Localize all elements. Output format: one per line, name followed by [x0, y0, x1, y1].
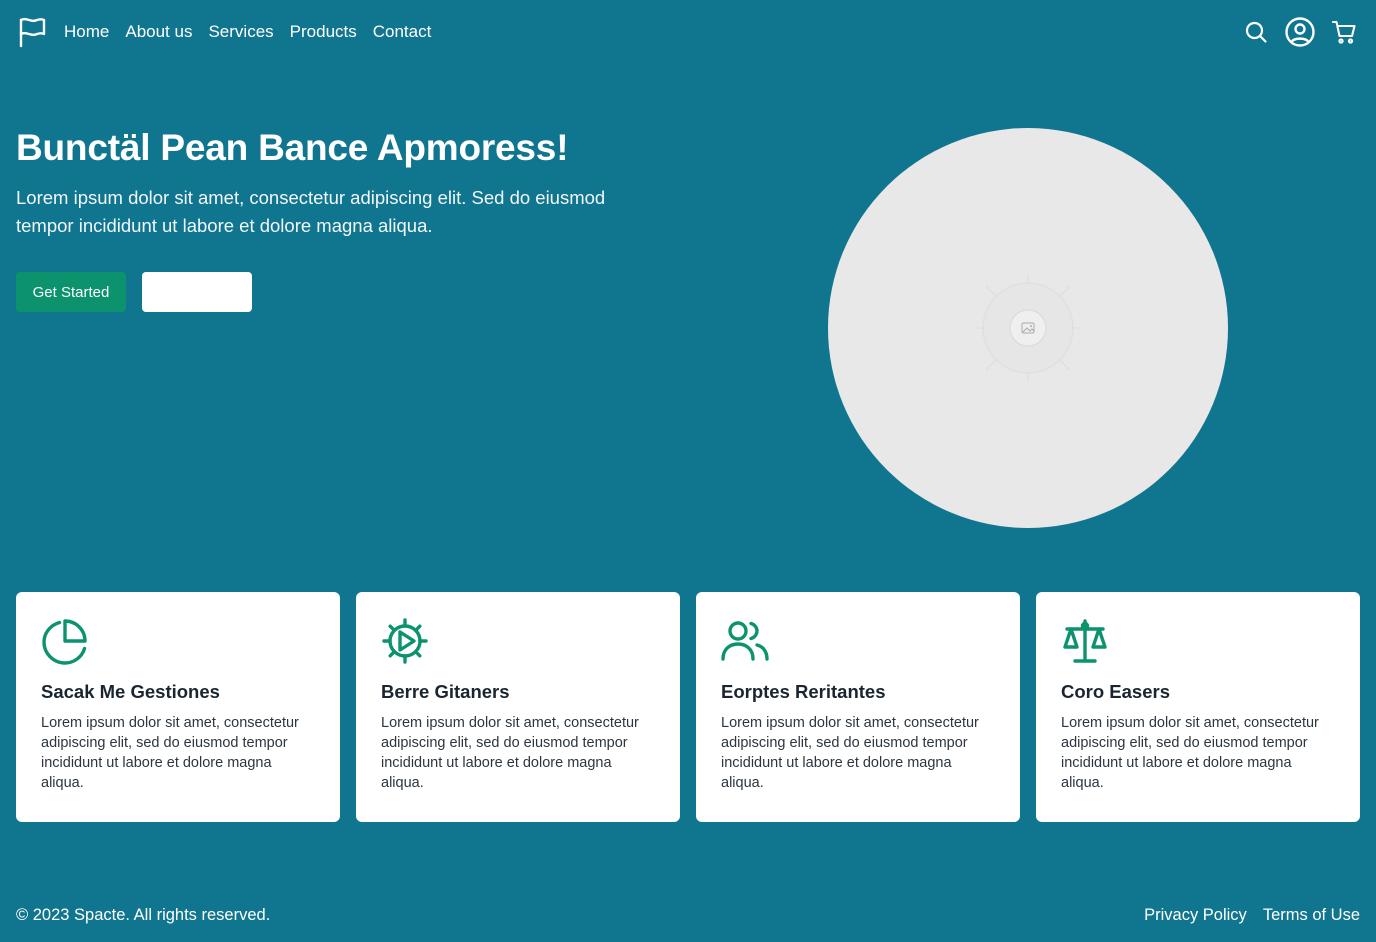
site-header: Home About us Services Products Contact	[16, 14, 1360, 50]
image-placeholder-icon	[974, 274, 1082, 382]
scale-icon	[1061, 617, 1109, 665]
users-icon	[721, 617, 769, 665]
feature-card: Berre Gitaners Lorem ipsum dolor sit ame…	[356, 592, 680, 822]
hero-text: Lorem ipsum dolor sit amet, consectetur …	[16, 187, 606, 236]
account-icon[interactable]	[1284, 16, 1316, 48]
nav-left: Home About us Services Products Contact	[16, 14, 431, 50]
get-started-button[interactable]: Get Started	[16, 272, 126, 312]
gear-icon	[381, 617, 429, 665]
footer-links: Privacy Policy Terms of Use	[1144, 906, 1360, 925]
feature-text: Lorem ipsum dolor sit amet, consectetur …	[721, 715, 979, 791]
nav-home[interactable]: Home	[64, 22, 109, 42]
nav-contact[interactable]: Contact	[373, 22, 432, 42]
feature-title: Sacak Me Gestiones	[41, 681, 220, 702]
search-icon[interactable]	[1240, 16, 1272, 48]
main-nav: Home About us Services Products Contact	[64, 22, 431, 42]
feature-title: Berre Gitaners	[381, 681, 510, 702]
feature-text: Lorem ipsum dolor sit amet, consectetur …	[1061, 715, 1319, 791]
nav-right	[1240, 16, 1360, 48]
flag-icon[interactable]	[16, 14, 48, 50]
feature-text: Lorem ipsum dolor sit amet, consectetur …	[41, 715, 299, 791]
feature-cards: Sacak Me Gestiones Lorem ipsum dolor sit…	[16, 592, 1360, 822]
feature-card: Eorptes Reritantes Lorem ipsum dolor sit…	[696, 592, 1020, 822]
nav-products[interactable]: Products	[290, 22, 357, 42]
site-footer: © 2023 Spacte. All rights reserved. Priv…	[16, 902, 1360, 928]
secondary-button[interactable]	[142, 272, 252, 312]
feature-title: Coro Easers	[1061, 681, 1170, 702]
privacy-policy-link[interactable]: Privacy Policy	[1144, 906, 1247, 925]
page: Home About us Services Products Contact	[0, 0, 1376, 942]
hero-image	[828, 128, 1228, 528]
feature-text: Lorem ipsum dolor sit amet, consectetur …	[381, 715, 639, 791]
terms-of-use-link[interactable]: Terms of Use	[1263, 906, 1360, 925]
feature-card: Sacak Me Gestiones Lorem ipsum dolor sit…	[16, 592, 340, 822]
cart-icon[interactable]	[1328, 16, 1360, 48]
hero-title: Bunctäl Pean Bance Apmoress!	[16, 127, 569, 168]
pie-chart-icon	[41, 617, 89, 665]
nav-about-us[interactable]: About us	[125, 22, 192, 42]
copyright-text: © 2023 Spacte. All rights reserved.	[16, 905, 271, 924]
feature-title: Eorptes Reritantes	[721, 681, 886, 702]
nav-services[interactable]: Services	[208, 22, 273, 42]
feature-card: Coro Easers Lorem ipsum dolor sit amet, …	[1036, 592, 1360, 822]
